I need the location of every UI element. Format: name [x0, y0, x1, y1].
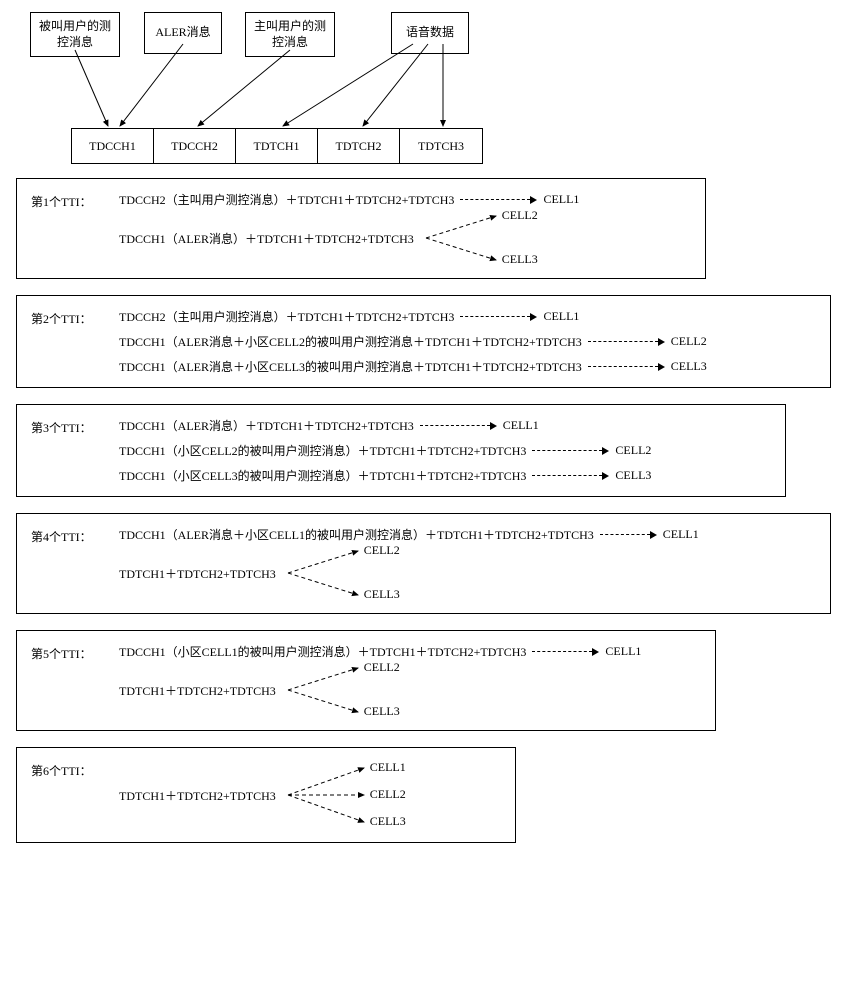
fork-arrow-2: CELL2CELL3 — [286, 662, 396, 718]
cell-target: CELL1 — [543, 309, 579, 324]
dashed-arrow — [532, 472, 609, 480]
flow-expression: TDCCH1（ALER消息＋小区CELL2的被叫用户测控消息＋TDTCH1＋TD… — [119, 333, 582, 350]
cell-target: CELL1 — [543, 192, 579, 207]
tti-body: TDTCH1＋TDTCH2+TDTCH3 CELL1 CELL2 CELL3 — [119, 760, 501, 830]
cell-target: CELL1 — [663, 527, 699, 542]
flow-line: TDCCH1（ALER消息）＋TDTCH1＋TDTCH2+TDTCH3 CELL2… — [119, 210, 691, 266]
cell-target: CELL2 — [502, 208, 538, 223]
flow-line: TDCCH2（主叫用户测控消息）＋TDTCH1＋TDTCH2+TDTCH3 CEL… — [119, 191, 691, 208]
cell-target: CELL3 — [364, 704, 400, 719]
tti-body: TDCCH1（小区CELL1的被叫用户测控消息）＋TDTCH1＋TDTCH2+T… — [119, 643, 701, 718]
cell-target: CELL1 — [503, 418, 539, 433]
cell-target: CELL2 — [370, 787, 406, 802]
tti-label: 第3个TTI： — [31, 417, 119, 436]
flow-line: TDCCH1（ALER消息＋小区CELL1的被叫用户测控消息）＋TDTCH1＋T… — [119, 526, 816, 543]
flow-expression: TDTCH1＋TDTCH2+TDTCH3 — [119, 682, 276, 699]
tti-box: 第3个TTI：TDCCH1（ALER消息）＋TDTCH1＋TDTCH2+TDTC… — [16, 404, 786, 497]
dashed-arrow — [532, 447, 609, 455]
tti-box: 第5个TTI：TDCCH1（小区CELL1的被叫用户测控消息）＋TDTCH1＋T… — [16, 630, 716, 731]
tti-body: TDCCH2（主叫用户测控消息）＋TDTCH1＋TDTCH2+TDTCH3 CEL… — [119, 191, 691, 266]
mapping-diagram: 被叫用户的测控消息 ALER消息 主叫用户的测控消息 语音数据 TDCCH1 T… — [8, 8, 835, 178]
tti-label: 第4个TTI： — [31, 526, 119, 545]
flow-line: TDCCH1（ALER消息＋小区CELL3的被叫用户测控消息＋TDTCH1＋TD… — [119, 358, 816, 375]
cell-target: CELL3 — [370, 814, 406, 829]
cell-target: CELL3 — [364, 587, 400, 602]
tti-box: 第1个TTI：TDCCH2（主叫用户测控消息）＋TDTCH1＋TDTCH2+TD… — [16, 178, 706, 279]
mapping-arrows — [8, 8, 548, 178]
tti-box: 第4个TTI：TDCCH1（ALER消息＋小区CELL1的被叫用户测控消息）＋T… — [16, 513, 831, 614]
dashed-arrow — [588, 363, 665, 371]
flow-line: TDCCH2（主叫用户测控消息）＋TDTCH1＋TDTCH2+TDTCH3 CEL… — [119, 308, 816, 325]
tti-label: 第5个TTI： — [31, 643, 119, 662]
flow-line: TDTCH1＋TDTCH2+TDTCH3 CELL1 CELL2 CELL3 — [119, 760, 501, 830]
cell-target: CELL1 — [370, 760, 406, 775]
tti-box: 第6个TTI：TDTCH1＋TDTCH2+TDTCH3CELL1CELL2CEL… — [16, 747, 516, 843]
dashed-arrow — [460, 196, 537, 204]
flow-expression: TDTCH1＋TDTCH2+TDTCH3 — [119, 787, 276, 804]
flow-expression: TDCCH1（ALER消息＋小区CELL3的被叫用户测控消息＋TDTCH1＋TD… — [119, 358, 582, 375]
dashed-arrow — [600, 531, 657, 539]
tti-body: TDCCH1（ALER消息）＋TDTCH1＋TDTCH2+TDTCH3 CELL1… — [119, 417, 771, 484]
flow-line: TDTCH1＋TDTCH2+TDTCH3CELL2CELL3 — [119, 662, 701, 718]
fork-arrow-2: CELL2CELL3 — [424, 210, 534, 266]
cell-target: CELL2 — [364, 660, 400, 675]
tti-label: 第6个TTI： — [31, 760, 119, 779]
flow-expression: TDCCH1（ALER消息＋小区CELL1的被叫用户测控消息）＋TDTCH1＋T… — [119, 526, 594, 543]
flow-expression: TDCCH1（ALER消息）＋TDTCH1＋TDTCH2+TDTCH3 — [119, 417, 414, 434]
cell-target: CELL3 — [615, 468, 651, 483]
dashed-arrow — [588, 338, 665, 346]
tti-label: 第1个TTI： — [31, 191, 119, 210]
flow-expression: TDTCH1＋TDTCH2+TDTCH3 — [119, 565, 276, 582]
dashed-arrow — [420, 422, 497, 430]
dashed-arrow — [460, 313, 537, 321]
flow-line: TDCCH1（小区CELL1的被叫用户测控消息）＋TDTCH1＋TDTCH2+T… — [119, 643, 701, 660]
tti-box: 第2个TTI：TDCCH2（主叫用户测控消息）＋TDTCH1＋TDTCH2+TD… — [16, 295, 831, 388]
flow-line: TDCCH1（小区CELL3的被叫用户测控消息）＋TDTCH1＋TDTCH2+T… — [119, 467, 771, 484]
tti-container: 第1个TTI：TDCCH2（主叫用户测控消息）＋TDTCH1＋TDTCH2+TD… — [8, 178, 835, 843]
tti-label: 第2个TTI： — [31, 308, 119, 327]
dashed-arrow — [532, 648, 599, 656]
flow-expression: TDCCH1（小区CELL2的被叫用户测控消息）＋TDTCH1＋TDTCH2+T… — [119, 442, 526, 459]
flow-line: TDCCH1（ALER消息＋小区CELL2的被叫用户测控消息＋TDTCH1＋TD… — [119, 333, 816, 350]
tti-body: TDCCH1（ALER消息＋小区CELL1的被叫用户测控消息）＋TDTCH1＋T… — [119, 526, 816, 601]
cell-target: CELL1 — [605, 644, 641, 659]
tti-body: TDCCH2（主叫用户测控消息）＋TDTCH1＋TDTCH2+TDTCH3 CEL… — [119, 308, 816, 375]
flow-line: TDCCH1（ALER消息）＋TDTCH1＋TDTCH2+TDTCH3 CELL1 — [119, 417, 771, 434]
flow-line: TDTCH1＋TDTCH2+TDTCH3CELL2CELL3 — [119, 545, 816, 601]
cell-target: CELL2 — [615, 443, 651, 458]
fork-arrow-2: CELL2CELL3 — [286, 545, 396, 601]
cell-target: CELL2 — [671, 334, 707, 349]
fork-arrow-3: CELL1 CELL2 CELL3 — [286, 760, 406, 830]
flow-expression: TDCCH1（小区CELL1的被叫用户测控消息）＋TDTCH1＋TDTCH2+T… — [119, 643, 526, 660]
flow-expression: TDCCH2（主叫用户测控消息）＋TDTCH1＋TDTCH2+TDTCH3 — [119, 308, 454, 325]
flow-line: TDCCH1（小区CELL2的被叫用户测控消息）＋TDTCH1＋TDTCH2+T… — [119, 442, 771, 459]
flow-expression: TDCCH1（ALER消息）＋TDTCH1＋TDTCH2+TDTCH3 — [119, 230, 414, 247]
cell-target: CELL2 — [364, 543, 400, 558]
flow-expression: TDCCH2（主叫用户测控消息）＋TDTCH1＋TDTCH2+TDTCH3 — [119, 191, 454, 208]
cell-target: CELL3 — [671, 359, 707, 374]
cell-target: CELL3 — [502, 252, 538, 267]
flow-expression: TDCCH1（小区CELL3的被叫用户测控消息）＋TDTCH1＋TDTCH2+T… — [119, 467, 526, 484]
